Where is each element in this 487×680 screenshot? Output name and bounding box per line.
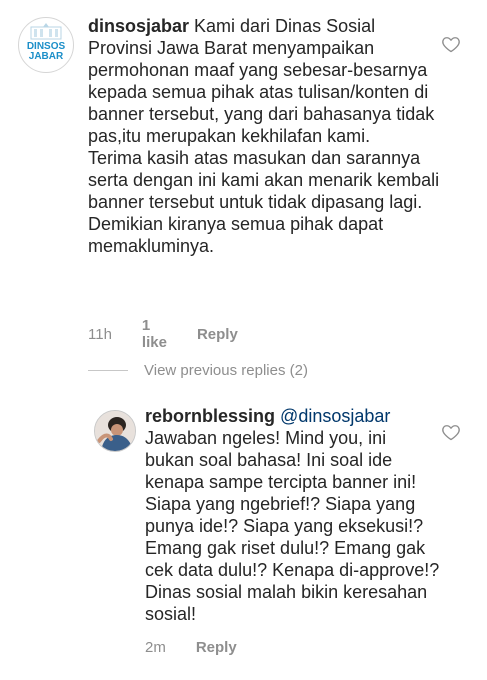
comment-timestamp: 11h	[88, 325, 112, 343]
reply-reply-button[interactable]: Reply	[196, 639, 237, 656]
reply-like-button[interactable]	[441, 422, 461, 442]
comment-meta: 11h 1 like Reply	[88, 317, 268, 351]
like-button[interactable]	[441, 34, 461, 54]
comment-likes-count[interactable]: 1 like	[142, 317, 167, 351]
view-previous-replies-label[interactable]: View previous replies (2)	[144, 362, 308, 379]
logo-text-jabar: JABAR	[29, 51, 64, 62]
heart-outline-icon	[442, 37, 460, 53]
reply-text: rebornblessing @dinsosjabar Jawaban ngel…	[145, 405, 440, 625]
reply-meta: 2m Reply	[145, 639, 267, 656]
heart-outline-icon	[442, 425, 460, 441]
dinsos-logo: DINSOS JABAR	[20, 19, 72, 71]
avatar[interactable]: DINSOS JABAR	[18, 17, 74, 73]
reply-username[interactable]: rebornblessing	[145, 406, 275, 426]
reply-avatar[interactable]	[94, 410, 136, 452]
replies-divider-line	[88, 370, 128, 371]
reply-timestamp: 2m	[145, 639, 166, 656]
comment-username[interactable]: dinsosjabar	[88, 16, 189, 36]
comment-reply-button[interactable]: Reply	[197, 326, 238, 343]
comment-message: Kami dari Dinas Sosial Provinsi Jawa Bar…	[88, 16, 440, 256]
view-previous-replies[interactable]: View previous replies (2)	[88, 362, 308, 379]
comment-text: dinsosjabar Kami dari Dinas Sosial Provi…	[88, 15, 443, 257]
reply-avatar-image	[95, 411, 135, 451]
reply-mention[interactable]: @dinsosjabar	[280, 406, 390, 426]
reply-message: Jawaban ngeles! Mind you, ini bukan soal…	[145, 428, 445, 624]
